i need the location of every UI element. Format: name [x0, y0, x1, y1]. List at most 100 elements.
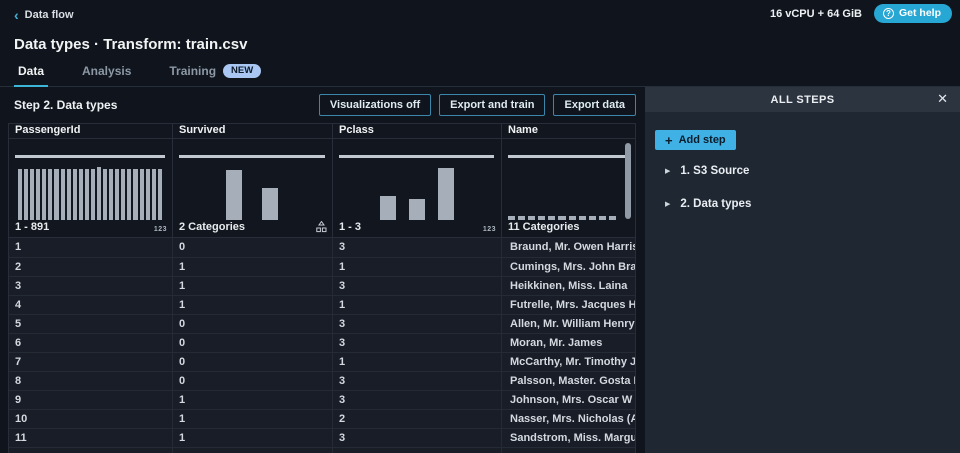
- numeric-type-icon: 123: [154, 226, 167, 233]
- table-row[interactable]: 913Johnson, Mrs. Oscar W (Elisab: [9, 390, 635, 409]
- table-cell: 1: [173, 296, 333, 314]
- histogram-bar: [538, 216, 545, 220]
- histogram-bars: [179, 164, 325, 220]
- get-help-label: Get help: [899, 7, 941, 19]
- table-cell: 11: [9, 429, 173, 447]
- export-and-train-button[interactable]: Export and train: [439, 94, 545, 116]
- step-item-label: 2. Data types: [680, 198, 751, 210]
- tab-analysis-label: Analysis: [82, 64, 131, 78]
- histogram-bars: [508, 164, 628, 220]
- table-cell: 3: [9, 277, 173, 295]
- histogram-bar: [73, 169, 77, 220]
- histogram-row: 1 - 891123 2 Categories 1 - 3123 11 Categor…: [9, 138, 635, 238]
- chevron-left-icon: ‹: [14, 10, 19, 21]
- histogram-bar: [42, 169, 46, 220]
- histogram-bar: [109, 169, 113, 220]
- close-icon[interactable]: ✕: [937, 91, 948, 107]
- histogram-name[interactable]: 11 Categories: [502, 139, 635, 237]
- tab-data[interactable]: Data: [14, 64, 48, 86]
- table-cell: 10: [9, 410, 173, 428]
- table-row[interactable]: 803Palsson, Master. Gosta Leonar: [9, 371, 635, 390]
- steps-panel-header: ALL STEPS ✕: [645, 87, 960, 112]
- table-cell: 3: [333, 238, 502, 257]
- plus-icon: +: [665, 135, 673, 146]
- chevron-right-icon[interactable]: ▶: [665, 167, 670, 175]
- table-row[interactable]: 503Allen, Mr. William Henry: [9, 314, 635, 333]
- all-steps-panel: ALL STEPS ✕ + Add step ▶1. S3 Source▶2. …: [645, 87, 960, 453]
- table-cell: 3: [333, 429, 502, 447]
- table-cell: 1: [333, 258, 502, 276]
- table-cell: Sandstrom, Miss. Marguerite R: [502, 429, 635, 447]
- step-header: Step 2. Data types Visualizations offExp…: [0, 87, 645, 123]
- column-header-name[interactable]: Name: [502, 124, 635, 138]
- histogram-bar: [115, 169, 119, 220]
- table-cell: Futrelle, Mrs. Jacques Heath (L: [502, 296, 635, 314]
- histogram-bar: [548, 216, 555, 220]
- export-data-button[interactable]: Export data: [553, 94, 636, 116]
- table-cell: McCarthy, Mr. Timothy J: [502, 353, 635, 371]
- histogram-bar: [589, 216, 596, 220]
- back-to-data-flow-link[interactable]: ‹ Data flow: [14, 9, 74, 21]
- column-header-survived[interactable]: Survived: [173, 124, 333, 138]
- page-title: Data types · Transform: train.csv: [14, 36, 247, 53]
- histogram-bar: [152, 169, 156, 220]
- table-cell: Moran, Mr. James: [502, 334, 635, 352]
- table-cell: 7: [9, 353, 173, 371]
- step-action-buttons: Visualizations off Export and train Export…: [319, 94, 636, 116]
- completeness-bar: [339, 155, 494, 158]
- step-item-2[interactable]: ▶ 2. Data types: [665, 198, 950, 210]
- table-cell: Braund, Mr. Owen Harris: [502, 238, 635, 257]
- histogram-bar: [609, 216, 616, 220]
- numeric-type-icon: 123: [483, 226, 496, 233]
- table-cell: Johnson, Mrs. Oscar W (Elisab: [502, 391, 635, 409]
- table-row[interactable]: 211Cumings, Mrs. John Bradley (F: [9, 257, 635, 276]
- histogram-pclass[interactable]: 1 - 3123: [333, 139, 502, 237]
- table-row[interactable]: 1012Nasser, Mrs. Nicholas (Adele A: [9, 409, 635, 428]
- add-step-button[interactable]: + Add step: [655, 130, 736, 150]
- table-cell: 3: [333, 315, 502, 333]
- table-row-partial: [9, 447, 635, 453]
- vertical-scrollbar-thumb[interactable]: [625, 143, 631, 219]
- tab-training[interactable]: Training NEW: [165, 64, 265, 86]
- table-cell: 2: [9, 258, 173, 276]
- column-header-pclass[interactable]: Pclass: [333, 124, 502, 138]
- table-cell: 2: [333, 410, 502, 428]
- histogram-bar: [18, 169, 22, 220]
- table-cell: 1: [173, 258, 333, 276]
- visualizations-off-button[interactable]: Visualizations off: [319, 94, 431, 116]
- table-cell: 0: [173, 315, 333, 333]
- table-row[interactable]: 103Braund, Mr. Owen Harris: [9, 238, 635, 257]
- histogram-footer: 2 Categories: [179, 221, 327, 233]
- table-row[interactable]: 1113Sandstrom, Miss. Marguerite R: [9, 428, 635, 447]
- table-cell: 1: [333, 296, 502, 314]
- histogram-bar: [528, 216, 535, 220]
- histogram-passengerid[interactable]: 1 - 891123: [9, 139, 173, 237]
- histogram-survived[interactable]: 2 Categories: [173, 139, 333, 237]
- get-help-button[interactable]: ? Get help: [874, 4, 952, 23]
- table-cell: 1: [173, 277, 333, 295]
- histogram-bar: [48, 169, 52, 220]
- tab-analysis[interactable]: Analysis: [78, 64, 135, 86]
- table-cell: 8: [9, 372, 173, 390]
- table-cell: 1: [333, 353, 502, 371]
- table-cell: Cumings, Mrs. John Bradley (F: [502, 258, 635, 276]
- table-row[interactable]: 701McCarthy, Mr. Timothy J: [9, 352, 635, 371]
- table-cell: 0: [173, 353, 333, 371]
- table-cell: 1: [9, 238, 173, 257]
- table-cell: 1: [173, 429, 333, 447]
- table-row[interactable]: 603Moran, Mr. James: [9, 333, 635, 352]
- table-row[interactable]: 313Heikkinen, Miss. Laina: [9, 276, 635, 295]
- histogram-bar: [558, 216, 565, 220]
- completeness-bar: [179, 155, 325, 158]
- histogram-footer: 11 Categories: [508, 221, 630, 233]
- histogram-bar: [103, 169, 107, 220]
- step-item-1[interactable]: ▶1. S3 Source: [665, 165, 950, 177]
- table-cell: Nasser, Mrs. Nicholas (Adele A: [502, 410, 635, 428]
- histogram-bars: [339, 164, 494, 220]
- table-row[interactable]: 411Futrelle, Mrs. Jacques Heath (L: [9, 295, 635, 314]
- column-header-passengerid[interactable]: PassengerId: [9, 124, 173, 138]
- histogram-bar: [518, 216, 525, 220]
- table-header-row: PassengerIdSurvivedPclassName: [9, 124, 635, 138]
- histogram-bar: [121, 169, 125, 220]
- chevron-right-icon[interactable]: ▶: [665, 200, 670, 208]
